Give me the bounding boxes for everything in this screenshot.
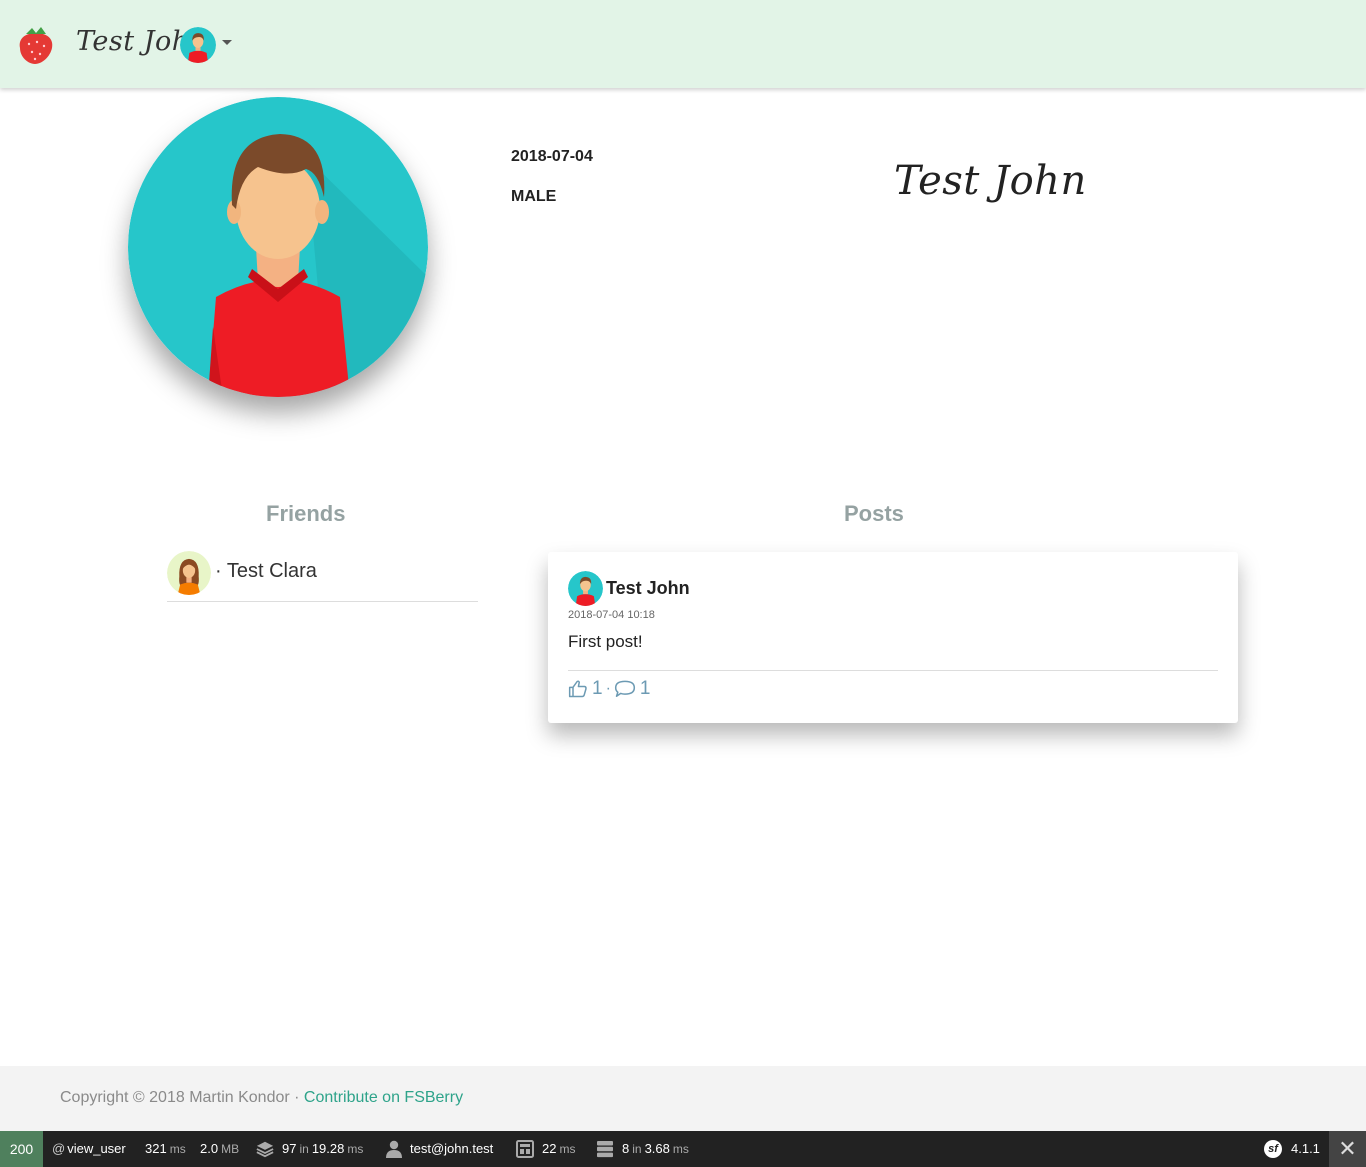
memory-value: 2.0 xyxy=(200,1141,219,1156)
symfony-version[interactable]: 4.1.1 xyxy=(1291,1131,1320,1167)
security-user[interactable]: test@john.test xyxy=(386,1131,493,1167)
route-name: view_user xyxy=(67,1141,126,1156)
user-icon xyxy=(386,1140,402,1158)
post-text: First post! xyxy=(568,632,643,651)
status-code[interactable]: 200 xyxy=(0,1131,43,1167)
post-divider xyxy=(568,670,1218,671)
profile-gender: MALE xyxy=(511,188,557,205)
male-avatar-icon[interactable] xyxy=(568,571,603,606)
post-actions: 1 · 1 xyxy=(568,677,650,701)
twig-time: 22 xyxy=(542,1141,557,1156)
template-icon xyxy=(516,1140,534,1158)
debug-toolbar: 200 @ view_user 321 ms 2.0 MB 97 in 19.2… xyxy=(0,1131,1366,1167)
route-prefix: @ xyxy=(52,1141,66,1156)
female-avatar-icon[interactable] xyxy=(167,551,211,595)
comment-button[interactable]: 1 xyxy=(614,678,651,700)
post-date: 2018-07-04 10:18 xyxy=(568,609,655,621)
action-separator: · xyxy=(605,680,611,697)
thumbs-up-icon xyxy=(568,680,587,698)
comment-count: 1 xyxy=(639,678,651,699)
route-info[interactable]: @ view_user xyxy=(52,1131,126,1167)
friend-list-item[interactable]: · Test Clara xyxy=(167,550,478,602)
profile-birthdate: 2018-07-04 xyxy=(511,148,593,165)
memory-usage[interactable]: 2.0 MB xyxy=(200,1131,239,1167)
close-icon[interactable]: ✕ xyxy=(1329,1131,1366,1167)
memory-unit: MB xyxy=(221,1142,240,1156)
database-info[interactable]: 8 in 3.68 ms xyxy=(596,1131,689,1167)
forms-info[interactable]: 97 in 19.28 ms xyxy=(256,1131,363,1167)
forms-time: 19.28 xyxy=(311,1141,345,1156)
strawberry-icon[interactable] xyxy=(16,24,56,66)
forms-count: 97 xyxy=(282,1141,297,1156)
male-avatar-icon xyxy=(128,97,428,397)
forms-in: in xyxy=(299,1142,309,1156)
database-icon xyxy=(597,1141,613,1158)
like-button[interactable]: 1 xyxy=(568,678,603,700)
contribute-link[interactable]: Contribute on FSBerry xyxy=(304,1089,463,1106)
like-count: 1 xyxy=(592,678,603,699)
request-time-value: 321 xyxy=(145,1141,167,1156)
request-time[interactable]: 321 ms xyxy=(145,1131,186,1167)
footer: Copyright © 2018 Martin Kondor · Contrib… xyxy=(0,1066,1366,1131)
post-author[interactable]: Test John xyxy=(606,578,690,599)
footer-text: Copyright © 2018 Martin Kondor · Contrib… xyxy=(60,1089,463,1107)
footer-copyright: Copyright © 2018 Martin Kondor · xyxy=(60,1089,304,1106)
navbar: Test John xyxy=(0,0,1366,88)
db-time: 3.68 xyxy=(644,1141,670,1156)
friends-title: Friends xyxy=(266,501,346,526)
friend-name[interactable]: · Test Clara xyxy=(215,560,317,583)
forms-unit: ms xyxy=(347,1142,364,1156)
caret-down-icon[interactable] xyxy=(222,40,232,45)
db-unit: ms xyxy=(672,1142,689,1156)
profile-avatar xyxy=(128,97,428,397)
request-time-unit: ms xyxy=(169,1142,186,1156)
male-avatar-icon[interactable] xyxy=(180,27,216,63)
symfony-logo[interactable]: sf xyxy=(1264,1140,1282,1158)
profile-name: Test John xyxy=(894,158,1087,204)
comment-icon xyxy=(614,680,635,697)
user-email: test@john.test xyxy=(410,1141,494,1156)
twig-unit: ms xyxy=(559,1142,576,1156)
db-in: in xyxy=(632,1142,642,1156)
post-card: Test John 2018-07-04 10:18 First post! 1… xyxy=(548,552,1238,723)
twig-info[interactable]: 22 ms xyxy=(516,1131,575,1167)
db-queries: 8 xyxy=(622,1141,630,1156)
posts-title: Posts xyxy=(844,501,904,526)
layers-icon xyxy=(256,1141,274,1158)
